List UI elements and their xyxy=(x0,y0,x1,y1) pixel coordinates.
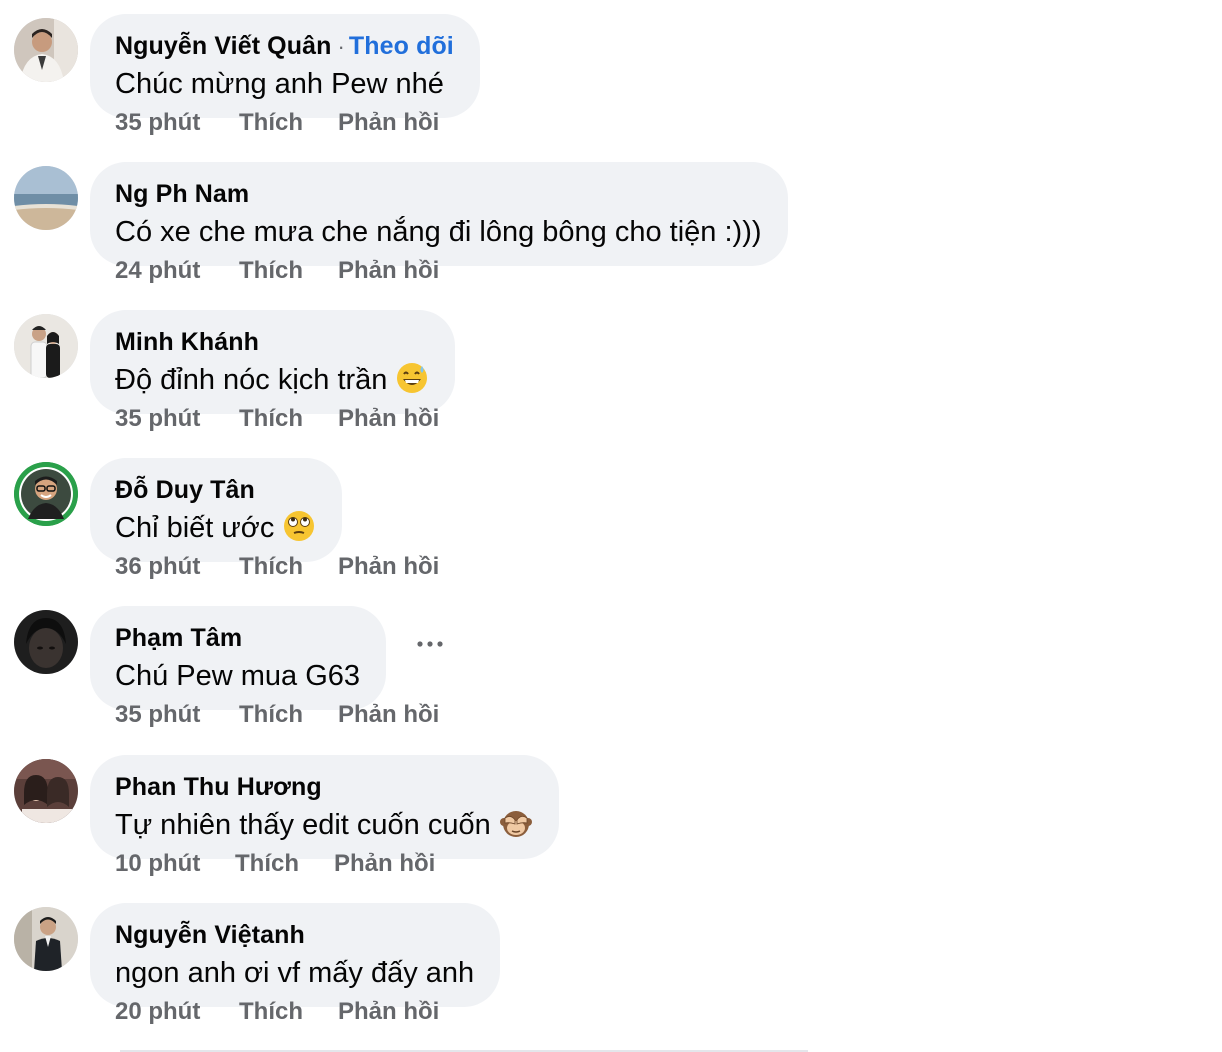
comment-bubble: Ng Ph Nam Có xe che mưa che nắng đi lông… xyxy=(90,162,788,266)
avatar[interactable] xyxy=(14,907,78,971)
comment-text: Độ đỉnh nóc kịch trần xyxy=(115,364,388,396)
comment-bubble: Phạm Tâm Chú Pew mua G63 xyxy=(90,606,387,710)
comment-item: Ng Ph Nam Có xe che mưa che nắng đi lông… xyxy=(0,148,1222,298)
comment-author[interactable]: Phan Thu Hương xyxy=(115,773,322,801)
comment-item: Nguyễn Viết Quân · Theo dõi Chúc mừng anh … xyxy=(0,0,1222,150)
comment-text: Chỉ biết ước xyxy=(115,512,275,544)
avatar[interactable] xyxy=(14,462,78,526)
avatar-beach-landscape-icon xyxy=(14,166,78,230)
comment-author[interactable]: Nguyễn Viết Quân xyxy=(115,32,331,60)
avatar[interactable] xyxy=(14,610,78,674)
comment-actions: 20 phút Thích Phản hồi xyxy=(115,997,439,1027)
reply-button[interactable]: Phản hồi xyxy=(338,404,439,434)
reply-button[interactable]: Phản hồi xyxy=(338,700,439,730)
avatar-man-dark-suit-icon xyxy=(14,907,78,971)
comment-text: ngon anh ơi vf mấy đấy anh xyxy=(115,957,475,989)
avatar-man-white-suit-icon xyxy=(14,18,78,82)
comment-actions: 35 phút Thích Phản hồi xyxy=(115,700,439,730)
comment-item: Nguyễn Việtanh ngon anh ơi vf mấy đấy an… xyxy=(0,889,1222,1039)
comment-timestamp[interactable]: 24 phút xyxy=(115,256,239,286)
see-no-evil-monkey-emoji-icon xyxy=(499,806,533,850)
reply-button[interactable]: Phản hồi xyxy=(338,997,439,1027)
avatar-man-glasses-green-ring-icon xyxy=(14,462,78,526)
avatar-two-women-icon xyxy=(14,759,78,823)
like-button[interactable]: Thích xyxy=(239,997,338,1027)
avatar[interactable] xyxy=(14,314,78,378)
comment-bubble: Đỗ Duy Tân Chỉ biết ước xyxy=(90,458,343,562)
comment-bubble: Nguyễn Việtanh ngon anh ơi vf mấy đấy an… xyxy=(90,903,501,1007)
comment-actions: 24 phút Thích Phản hồi xyxy=(115,256,439,286)
comment-author[interactable]: Phạm Tâm xyxy=(115,624,242,652)
reply-button[interactable]: Phản hồi xyxy=(338,256,439,286)
like-button[interactable]: Thích xyxy=(239,256,338,286)
comment-timestamp[interactable]: 20 phút xyxy=(115,997,239,1027)
eye-roll-emoji-icon xyxy=(282,509,316,553)
comment-timestamp[interactable]: 10 phút xyxy=(115,849,235,879)
comment-text: Tự nhiên thấy edit cuốn cuốn xyxy=(115,809,491,841)
comment-timestamp[interactable]: 36 phút xyxy=(115,552,239,582)
comment-author[interactable]: Minh Khánh xyxy=(115,328,259,356)
comment-item: Đỗ Duy Tân Chỉ biết ước 36 phút Thích Phản… xyxy=(0,444,1222,594)
separator-dot: · xyxy=(337,34,345,59)
comment-item: Phạm Tâm Chú Pew mua G63 35 phút Thích Phả… xyxy=(0,592,1222,742)
avatar[interactable] xyxy=(14,759,78,823)
follow-link[interactable]: Theo dõi xyxy=(349,32,454,60)
like-button[interactable]: Thích xyxy=(239,552,338,582)
comment-actions: 35 phút Thích Phản hồi xyxy=(115,108,439,138)
comment-bubble: Minh Khánh Độ đỉnh nóc kịch trần xyxy=(90,310,456,414)
comment-text: Có xe che mưa che nắng đi lông bông cho … xyxy=(115,216,762,248)
ellipsis-icon xyxy=(417,641,443,647)
reply-button[interactable]: Phản hồi xyxy=(338,552,439,582)
like-button[interactable]: Thích xyxy=(239,700,338,730)
grinning-sweat-emoji-icon xyxy=(395,361,429,405)
comment-timestamp[interactable]: 35 phút xyxy=(115,404,239,434)
avatar-couple-icon xyxy=(14,314,78,378)
comment-timestamp[interactable]: 35 phút xyxy=(115,108,239,138)
comment-text: Chú Pew mua G63 xyxy=(115,660,361,692)
comment-author[interactable]: Nguyễn Việtanh xyxy=(115,921,305,949)
avatar[interactable] xyxy=(14,166,78,230)
comment-author[interactable]: Đỗ Duy Tân xyxy=(115,476,255,504)
comment-item: Phan Thu Hương Tự nhiên thấy edit cuốn c… xyxy=(0,741,1222,891)
reply-button[interactable]: Phản hồi xyxy=(338,108,439,138)
comment-actions: 35 phút Thích Phản hồi xyxy=(115,404,439,434)
reply-button[interactable]: Phản hồi xyxy=(334,849,435,879)
comment-bubble: Nguyễn Viết Quân · Theo dõi Chúc mừng anh … xyxy=(90,14,480,118)
like-button[interactable]: Thích xyxy=(239,108,338,138)
comment-item: Minh Khánh Độ đỉnh nóc kịch trần 35 phút… xyxy=(0,296,1222,446)
comment-text: Chúc mừng anh Pew nhé xyxy=(115,68,444,100)
comment-actions: 10 phút Thích Phản hồi xyxy=(115,849,435,879)
comment-actions: 36 phút Thích Phản hồi xyxy=(115,552,439,582)
avatar[interactable] xyxy=(14,18,78,82)
comment-timestamp[interactable]: 35 phút xyxy=(115,700,239,730)
comment-bubble: Phan Thu Hương Tự nhiên thấy edit cuốn c… xyxy=(90,755,559,859)
avatar-dark-face-icon xyxy=(14,610,78,674)
more-options-button[interactable] xyxy=(415,634,445,654)
comment-author[interactable]: Ng Ph Nam xyxy=(115,180,249,208)
like-button[interactable]: Thích xyxy=(239,404,338,434)
like-button[interactable]: Thích xyxy=(235,849,334,879)
